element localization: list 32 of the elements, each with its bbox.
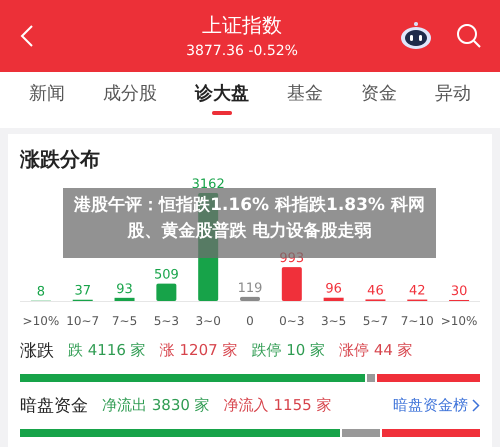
value-label: 93 [116,282,133,297]
index-quote: 3877.36 -0.52% [186,42,298,60]
axis-label: >10% [22,314,60,327]
value-label: 37 [74,284,91,299]
value-label: 119 [238,280,262,296]
value-label: 96 [325,282,342,297]
row-label: 涨跌 [20,340,54,362]
axis-label: 10~7 [66,314,100,327]
axis-label: 3~0 [196,314,221,327]
row-label: 暗盘资金 [20,395,88,417]
value-label: 3162 [192,177,225,192]
axis-label: 0 [246,314,254,327]
axis-label: 7~5 [112,314,138,327]
stat-text: 净流入 1155 家 [224,396,332,415]
axis-label: >10% [440,314,478,327]
axis-label: 7~10 [400,314,434,327]
stat-text: 跌 4116 家 [68,341,146,360]
axis-label: 5~7 [362,314,388,327]
value-label: 46 [367,283,384,298]
value-label: 42 [409,284,426,299]
axis-label: 5~3 [154,314,180,327]
value-label: 509 [154,268,179,283]
stat-text: 涨 1207 家 [160,341,238,360]
stat-text: 涨停 44 家 [339,341,413,360]
section-title: 涨跌分布 [20,146,101,173]
stat-text: 跌停 10 家 [251,341,326,360]
index-title: 上证指数 [202,12,282,38]
axis-label: 0~3 [279,314,304,327]
axis-label: 3~5 [320,314,346,327]
stat-text: 净流出 3830 家 [102,396,210,415]
value-label: 8 [36,284,46,300]
value-label: 30 [450,284,468,299]
